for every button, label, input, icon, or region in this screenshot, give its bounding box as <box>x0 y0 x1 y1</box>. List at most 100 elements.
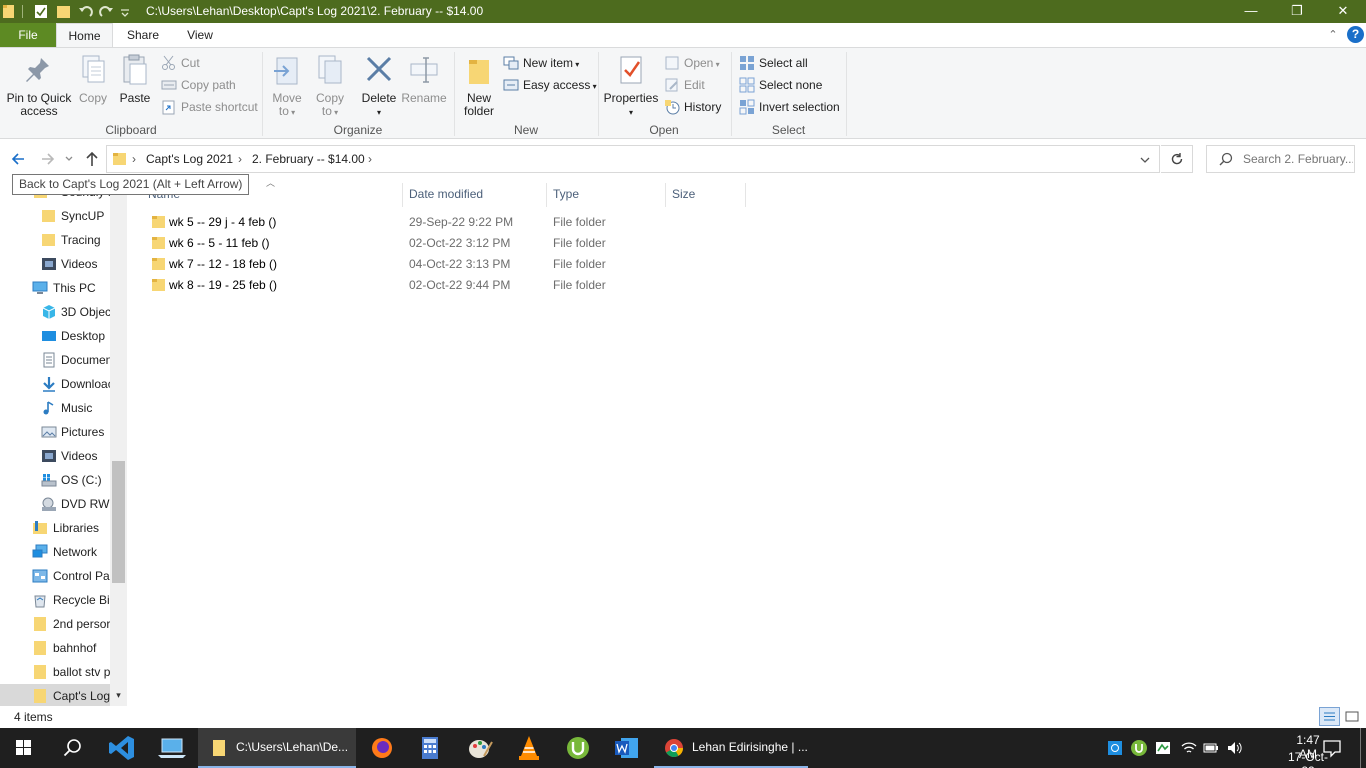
breadcrumb-separator[interactable]: › <box>368 152 372 166</box>
copy-button[interactable]: Copy <box>76 52 110 105</box>
move-to-button[interactable]: Move to ▾ <box>268 52 306 119</box>
address-bar[interactable]: › Capt's Log 2021 › 2. February -- $14.0… <box>106 145 1160 173</box>
table-row[interactable]: wk 5 -- 29 j - 4 feb () 29-Sep-22 9:22 P… <box>145 212 606 233</box>
nav-item-dvd[interactable]: DVD RW I <box>0 492 110 516</box>
nav-item-documents[interactable]: Documen <box>0 348 110 372</box>
search-input[interactable] <box>1243 152 1353 166</box>
nav-item-network[interactable]: Network <box>0 540 110 564</box>
restore-button[interactable]: ❐ <box>1274 0 1320 23</box>
paint-taskbar-icon[interactable] <box>456 728 504 768</box>
battery-icon[interactable] <box>1202 739 1220 757</box>
tab-share[interactable]: Share <box>113 23 173 47</box>
nav-item-syncup[interactable]: SyncUP <box>0 204 110 228</box>
breadcrumb-separator[interactable]: › <box>238 152 242 166</box>
up-button[interactable] <box>82 148 102 170</box>
copy-to-button[interactable]: Copy to ▾ <box>311 52 349 119</box>
select-all-button[interactable]: Select all <box>739 53 808 73</box>
tab-file[interactable]: File <box>0 23 56 47</box>
properties-quick-icon[interactable] <box>33 3 49 20</box>
explorer-taskbar-button[interactable]: C:\Users\Lehan\De... <box>198 728 356 768</box>
start-button[interactable] <box>0 728 48 768</box>
nav-item-desktop[interactable]: Desktop <box>0 324 110 348</box>
nav-pane-scrollbar[interactable] <box>110 179 127 706</box>
new-item-button[interactable]: New item ▾ <box>503 53 579 73</box>
breadcrumb-february[interactable]: 2. February -- $14.00 <box>252 152 365 166</box>
breadcrumb-capts-log[interactable]: Capt's Log 2021 <box>146 152 233 166</box>
laptop-app-taskbar-icon[interactable] <box>148 728 196 768</box>
nav-item-recycle-bin[interactable]: Recycle Bir <box>0 588 110 612</box>
copy-path-button[interactable]: Copy path <box>161 75 236 95</box>
search-taskbar-button[interactable] <box>48 728 96 768</box>
properties-button[interactable]: Properties ▾ <box>603 52 659 119</box>
edit-button[interactable]: Edit <box>664 75 705 95</box>
invert-selection-button[interactable]: Invert selection <box>739 97 840 117</box>
breadcrumb-separator[interactable]: › <box>132 152 136 166</box>
new-folder-button[interactable]: New folder <box>460 52 498 118</box>
utorrent-taskbar-icon[interactable] <box>554 728 602 768</box>
minimize-button[interactable]: — <box>1228 0 1274 23</box>
paste-button[interactable]: Paste <box>118 52 152 105</box>
help-icon[interactable]: ? <box>1347 26 1364 43</box>
tray-app-icon[interactable] <box>1106 739 1124 757</box>
nav-item-bahnhof[interactable]: bahnhof <box>0 636 110 660</box>
delete-button[interactable]: Delete ▾ <box>359 52 399 119</box>
chrome-taskbar-button[interactable]: Lehan Edirisinghe | ... <box>654 728 808 768</box>
utorrent-tray-icon[interactable] <box>1130 739 1148 757</box>
paste-shortcut-button[interactable]: Paste shortcut <box>161 97 258 117</box>
table-row[interactable]: wk 8 -- 19 - 25 feb () 02-Oct-22 9:44 PM… <box>145 275 606 296</box>
details-view-button[interactable] <box>1319 707 1340 726</box>
back-button[interactable] <box>8 148 28 170</box>
tab-view[interactable]: View <box>173 23 227 47</box>
nav-item-videos-pc[interactable]: Videos <box>0 444 110 468</box>
easy-access-button[interactable]: Easy access ▾ <box>503 75 597 95</box>
nav-item-pictures[interactable]: Pictures <box>0 420 110 444</box>
column-header-date-modified[interactable]: Date modified <box>403 183 547 207</box>
volume-icon[interactable] <box>1226 739 1244 757</box>
vlc-taskbar-icon[interactable] <box>505 728 553 768</box>
pin-to-quick-access-button[interactable]: Pin to Quick access <box>6 52 72 118</box>
tab-home[interactable]: Home <box>56 23 113 47</box>
calculator-taskbar-icon[interactable] <box>406 728 454 768</box>
word-taskbar-icon[interactable] <box>603 728 651 768</box>
nav-item-3d-objects[interactable]: 3D Object <box>0 300 110 324</box>
new-folder-quick-icon[interactable] <box>56 3 72 20</box>
nav-item-tracing[interactable]: Tracing <box>0 228 110 252</box>
nav-item-videos[interactable]: Videos <box>0 252 110 276</box>
wifi-icon[interactable] <box>1180 739 1198 757</box>
rename-button[interactable]: Rename <box>401 52 447 105</box>
forward-button[interactable] <box>38 148 58 170</box>
column-header-type[interactable]: Type <box>547 183 666 207</box>
nav-item-os-c[interactable]: OS (C:) <box>0 468 110 492</box>
nav-item-this-pc[interactable]: This PC <box>0 276 110 300</box>
history-button[interactable]: History <box>664 97 721 117</box>
show-desktop-button[interactable] <box>1360 728 1361 768</box>
search-box[interactable] <box>1206 145 1355 173</box>
open-button[interactable]: Open ▾ <box>664 53 720 73</box>
undo-icon[interactable] <box>78 3 94 20</box>
vscode-taskbar-icon[interactable] <box>98 728 146 768</box>
cut-button[interactable]: Cut <box>161 53 200 73</box>
nav-item-music[interactable]: Music <box>0 396 110 420</box>
customize-quick-access-icon[interactable] <box>119 3 131 20</box>
nav-item-control-panel[interactable]: Control Pa <box>0 564 110 588</box>
table-row[interactable]: wk 6 -- 5 - 11 feb () 02-Oct-22 3:12 PM … <box>145 233 606 254</box>
close-button[interactable]: ✕ <box>1320 0 1366 23</box>
column-header-size[interactable]: Size <box>666 183 746 207</box>
large-icons-view-button[interactable] <box>1342 707 1362 726</box>
tray-network-app-icon[interactable] <box>1154 739 1172 757</box>
nav-item-capts-log[interactable]: Capt's Log <box>0 684 127 706</box>
firefox-taskbar-icon[interactable] <box>358 728 406 768</box>
collapse-ribbon-icon[interactable]: ⌃ <box>1326 27 1340 43</box>
select-none-button[interactable]: Select none <box>739 75 822 95</box>
chevron-down-icon[interactable] <box>1139 154 1151 166</box>
nav-item-downloads[interactable]: Downloac <box>0 372 110 396</box>
nav-item-ballot[interactable]: ballot stv p <box>0 660 110 684</box>
recent-locations-button[interactable] <box>62 148 76 170</box>
refresh-button[interactable] <box>1161 145 1193 173</box>
nav-item-libraries[interactable]: Libraries <box>0 516 110 540</box>
scroll-down-icon[interactable]: ▾ <box>113 690 124 702</box>
redo-icon[interactable] <box>98 3 114 20</box>
table-row[interactable]: wk 7 -- 12 - 18 feb () 04-Oct-22 3:13 PM… <box>145 254 606 275</box>
nav-pane-scroll-thumb[interactable] <box>112 461 125 583</box>
action-center-icon[interactable] <box>1322 738 1342 758</box>
